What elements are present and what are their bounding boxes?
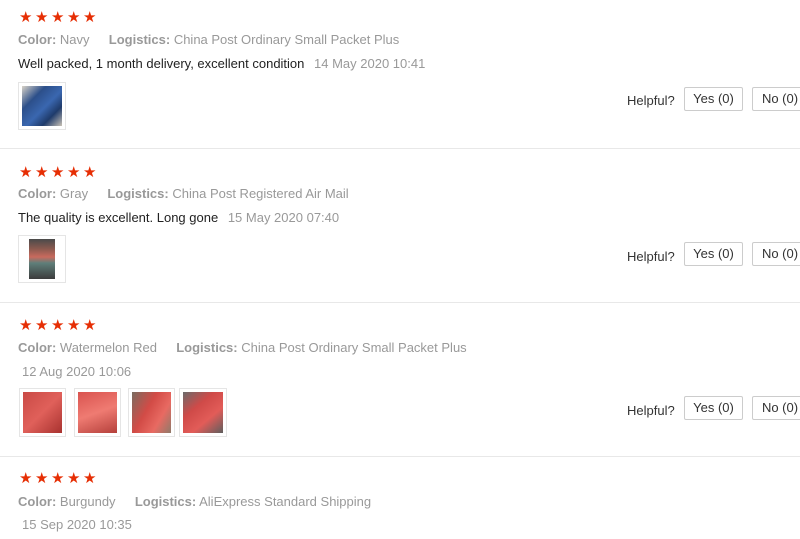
star-icon: ★ bbox=[67, 470, 81, 487]
color-value: Gray bbox=[59, 186, 89, 201]
review-text: The quality is excellent. Long gone bbox=[18, 210, 219, 225]
review-photo-thumbnail[interactable] bbox=[18, 235, 66, 283]
review-photo bbox=[29, 239, 55, 279]
logistics-value: China Post Registered Air Mail bbox=[172, 186, 349, 201]
star-icon: ★ bbox=[67, 9, 81, 26]
star-icon: ★ bbox=[83, 164, 97, 181]
star-icon: ★ bbox=[35, 317, 49, 334]
star-icon: ★ bbox=[67, 164, 81, 181]
color-value: Watermelon Red bbox=[59, 340, 157, 355]
rating-stars: ★ ★ ★ ★ ★ bbox=[19, 317, 98, 334]
star-icon: ★ bbox=[51, 9, 65, 26]
helpful-label: Helpful? bbox=[627, 403, 675, 418]
color-label: Color: bbox=[18, 186, 57, 201]
review-photo-thumbnail[interactable] bbox=[18, 82, 66, 130]
helpful-no-button[interactable]: No (0) bbox=[752, 396, 800, 420]
star-icon: ★ bbox=[19, 164, 33, 181]
helpful-yes-button[interactable]: Yes (0) bbox=[684, 242, 743, 266]
star-icon: ★ bbox=[83, 470, 97, 487]
review-date: 14 May 2020 10:41 bbox=[314, 56, 426, 71]
rating-stars: ★ ★ ★ ★ ★ bbox=[19, 470, 98, 487]
star-icon: ★ bbox=[19, 317, 33, 334]
helpful-yes-button[interactable]: Yes (0) bbox=[684, 396, 743, 420]
color-label: Color: bbox=[18, 494, 57, 509]
color-value: Navy bbox=[59, 32, 90, 47]
star-icon: ★ bbox=[35, 164, 49, 181]
review-photo-thumbnail[interactable] bbox=[74, 388, 121, 437]
logistics-label: Logistics: bbox=[176, 340, 238, 355]
review-date: 12 Aug 2020 10:06 bbox=[22, 364, 132, 379]
review-meta: Color: Burgundy Logistics: AliExpress St… bbox=[18, 494, 371, 509]
helpful-label: Helpful? bbox=[627, 249, 675, 264]
review-date: 15 May 2020 07:40 bbox=[227, 210, 340, 225]
star-icon: ★ bbox=[51, 317, 65, 334]
review-item: ★ ★ ★ ★ ★ Color: Navy Logistics: China P… bbox=[0, 0, 800, 149]
review-meta: Color: Navy Logistics: China Post Ordina… bbox=[18, 32, 399, 47]
logistics-label: Logistics: bbox=[107, 186, 169, 201]
review-photo bbox=[23, 392, 62, 433]
review-meta: Color: Watermelon Red Logistics: China P… bbox=[18, 340, 467, 355]
review-photo-thumbnail[interactable] bbox=[128, 388, 175, 437]
star-icon: ★ bbox=[19, 9, 33, 26]
review-photo bbox=[132, 392, 171, 433]
star-icon: ★ bbox=[51, 470, 65, 487]
logistics-value: China Post Ordinary Small Packet Plus bbox=[241, 340, 467, 355]
review-item: ★ ★ ★ ★ ★ Color: Burgundy Logistics: Ali… bbox=[0, 456, 800, 539]
logistics-value: AliExpress Standard Shipping bbox=[199, 494, 372, 509]
rating-stars: ★ ★ ★ ★ ★ bbox=[19, 164, 98, 181]
review-text-line: Well packed, 1 month delivery, excellent… bbox=[18, 56, 425, 71]
color-label: Color: bbox=[18, 32, 57, 47]
logistics-label: Logistics: bbox=[134, 494, 197, 509]
star-icon: ★ bbox=[83, 317, 97, 334]
review-photo bbox=[78, 392, 117, 433]
review-photo-thumbnail[interactable] bbox=[19, 388, 66, 437]
review-item: ★ ★ ★ ★ ★ Color: Gray Logistics: China P… bbox=[0, 148, 800, 303]
logistics-label: Logistics: bbox=[108, 32, 171, 47]
review-date: 15 Sep 2020 10:35 bbox=[22, 517, 132, 532]
helpful-no-button[interactable]: No (0) bbox=[752, 242, 800, 266]
color-label: Color: bbox=[18, 340, 57, 355]
review-meta: Color: Gray Logistics: China Post Regist… bbox=[18, 186, 349, 201]
helpful-label: Helpful? bbox=[627, 93, 675, 108]
star-icon: ★ bbox=[83, 9, 97, 26]
review-photo bbox=[183, 392, 223, 433]
logistics-value: China Post Ordinary Small Packet Plus bbox=[173, 32, 400, 47]
review-item: ★ ★ ★ ★ ★ Color: Watermelon Red Logistic… bbox=[0, 302, 800, 457]
star-icon: ★ bbox=[51, 164, 65, 181]
star-icon: ★ bbox=[19, 470, 33, 487]
review-text: Well packed, 1 month delivery, excellent… bbox=[18, 56, 305, 71]
review-text-line: The quality is excellent. Long gone 15 M… bbox=[18, 210, 339, 225]
star-icon: ★ bbox=[35, 470, 49, 487]
helpful-no-button[interactable]: No (0) bbox=[752, 87, 800, 111]
rating-stars: ★ ★ ★ ★ ★ bbox=[19, 9, 98, 26]
helpful-yes-button[interactable]: Yes (0) bbox=[684, 87, 743, 111]
review-photo bbox=[22, 86, 62, 126]
color-value: Burgundy bbox=[59, 494, 116, 509]
review-photo-thumbnail[interactable] bbox=[179, 388, 227, 437]
star-icon: ★ bbox=[35, 9, 49, 26]
star-icon: ★ bbox=[67, 317, 81, 334]
